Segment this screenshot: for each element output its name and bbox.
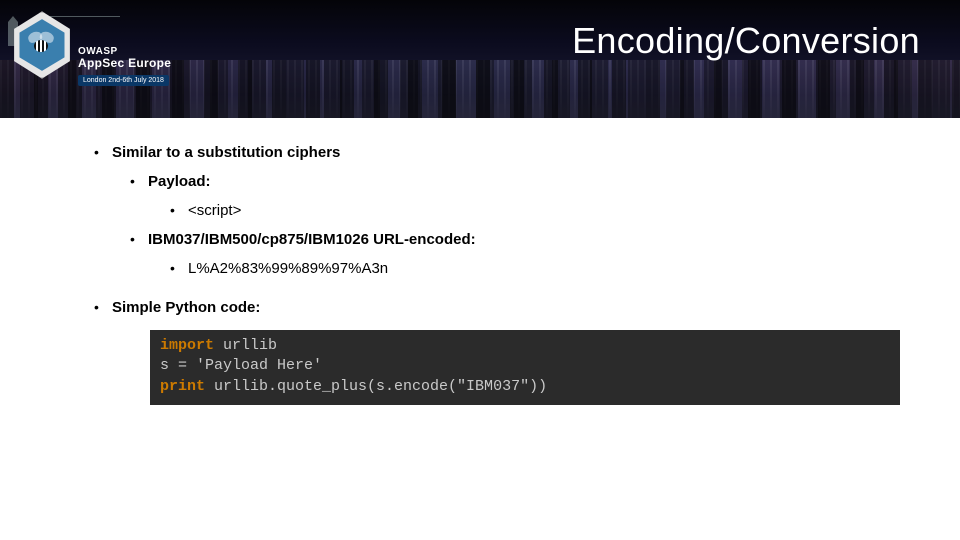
bullet-level1-item: Simple Python code: (90, 299, 900, 316)
bullet-level1-item: Similar to a substitution ciphers Payloa… (90, 144, 900, 277)
slide-header-banner: OWASP AppSec Europe London 2nd-6th July … (0, 0, 960, 118)
bullet-level3-item: L%A2%83%99%89%97%A3n (166, 260, 900, 277)
slide-body: Similar to a substitution ciphers Payloa… (0, 140, 960, 405)
owasp-appsec-logo: OWASP AppSec Europe London 2nd-6th July … (6, 4, 101, 104)
bullet-text: Similar to a substitution ciphers (112, 144, 340, 161)
logo-text-block: OWASP AppSec Europe London 2nd-6th July … (78, 46, 248, 87)
logo-date-pill: London 2nd-6th July 2018 (78, 75, 169, 86)
slide-title: Encoding/Conversion (572, 20, 920, 62)
wasp-icon (28, 34, 56, 56)
logo-name-1: AppSec (78, 56, 124, 70)
code-keyword: print (160, 378, 205, 395)
logo-name-2: Europe (128, 56, 171, 70)
code-snippet-box: import urllib s = 'Payload Here' print u… (150, 330, 900, 405)
bullet-text: Payload: (148, 173, 211, 190)
bullet-text: IBM037/IBM500/cp875/IBM1026 URL-encoded: (148, 231, 476, 248)
bullet-level2-item: IBM037/IBM500/cp875/IBM1026 URL-encoded:… (126, 231, 900, 277)
bullet-text: Simple Python code: (112, 299, 260, 316)
bullet-text: <script> (188, 202, 241, 219)
bullet-text: L%A2%83%99%89%97%A3n (188, 260, 388, 277)
code-text: s = 'Payload Here' (160, 357, 322, 374)
bullet-level3-item: <script> (166, 202, 900, 219)
bullet-level2-item: Payload: <script> (126, 173, 900, 219)
code-keyword: import (160, 337, 214, 354)
code-text: urllib (214, 337, 277, 354)
code-text: urllib.quote_plus(s.encode("IBM037")) (205, 378, 547, 395)
